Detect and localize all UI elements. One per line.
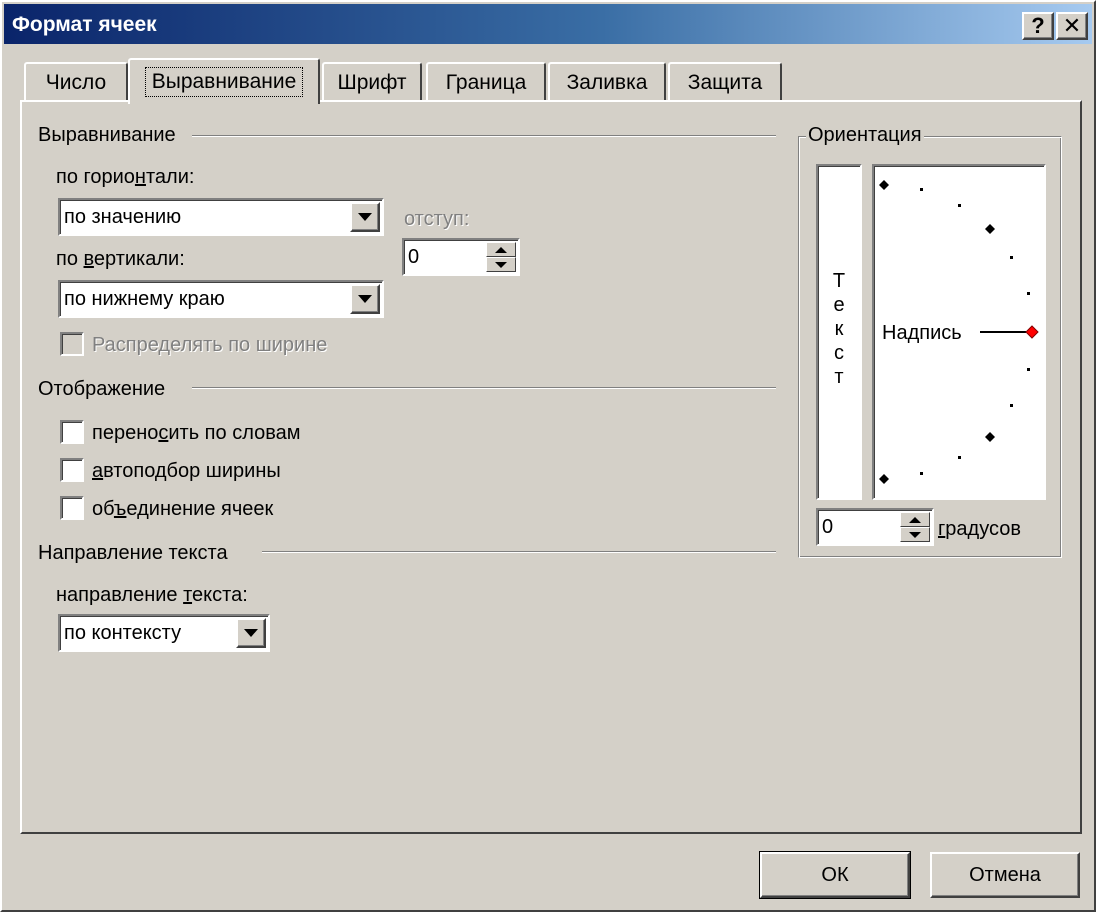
text-direction-group-title: Направление текста	[38, 542, 234, 565]
shrink-to-fit-label: автоподбор ширины	[92, 460, 281, 482]
wrap-text-checkbox[interactable]	[60, 420, 84, 444]
window-title: Формат ячеек	[12, 13, 157, 36]
spinner-buttons	[486, 242, 516, 272]
indent-up-button[interactable]	[486, 242, 516, 257]
vertical-dropdown-button[interactable]	[350, 284, 380, 314]
group-divider	[192, 135, 776, 137]
vertical-text-letter: к	[834, 318, 844, 340]
vertical-text-letter: Т	[832, 270, 846, 292]
horizontal-dropdown-button[interactable]	[350, 202, 380, 232]
tab-number[interactable]: Число	[24, 62, 128, 102]
arrow-up-icon	[495, 246, 507, 253]
horizontal-label: по горионтали:	[56, 166, 195, 188]
display-group-title: Отображение	[38, 378, 172, 401]
tab-protection[interactable]: Защита	[668, 62, 782, 102]
cancel-button-label: Отмена	[969, 863, 1041, 886]
tab-label: Защита	[687, 71, 763, 94]
horizontal-alignment-select[interactable]: по значению	[58, 198, 384, 236]
group-divider	[192, 387, 776, 389]
distribute-checkbox[interactable]	[60, 332, 84, 356]
tab-alignment[interactable]: Выравнивание	[128, 58, 320, 104]
ok-button-label: ОК	[821, 863, 849, 886]
tab-label: Число	[45, 71, 107, 94]
tab-label: Заливка	[566, 71, 648, 94]
arrow-up-icon	[909, 516, 921, 523]
tab-fill[interactable]: Заливка	[548, 62, 666, 102]
tab-label: Граница	[445, 71, 527, 94]
tab-label: Шрифт	[337, 71, 407, 94]
arrow-down-icon	[909, 531, 921, 538]
tab-font[interactable]: Шрифт	[322, 62, 422, 102]
text-direction-value: по контексту	[64, 622, 182, 644]
chevron-down-icon	[358, 213, 372, 221]
horizontal-alignment-value: по значению	[64, 206, 182, 228]
indent-down-button[interactable]	[486, 257, 516, 272]
vertical-label: по вертикали:	[56, 248, 185, 270]
degrees-down-button[interactable]	[900, 527, 930, 542]
cancel-button[interactable]: Отмена	[930, 852, 1080, 898]
vertical-alignment-value: по нижнему краю	[64, 288, 225, 310]
indent-label: отступ:	[404, 208, 470, 230]
help-icon: ?	[1031, 13, 1045, 38]
indent-value: 0	[408, 246, 420, 268]
tab-label: Выравнивание	[144, 67, 304, 97]
arrow-down-icon	[495, 261, 507, 268]
orientation-group-title: Ориентация	[806, 124, 924, 147]
merge-cells-checkbox[interactable]	[60, 496, 84, 520]
ok-button[interactable]: ОК	[759, 851, 911, 899]
group-divider	[262, 551, 776, 553]
degrees-up-button[interactable]	[900, 512, 930, 527]
chevron-down-icon	[358, 295, 372, 303]
wrap-text-label: переносить по словам	[92, 422, 301, 444]
text-direction-label: направление текста:	[56, 584, 248, 606]
degrees-value: 0	[822, 516, 834, 538]
help-button[interactable]: ?	[1022, 12, 1054, 40]
degrees-label: градусов	[938, 518, 1021, 540]
degrees-spinner[interactable]: 0	[816, 508, 934, 546]
vertical-text-box[interactable]: Т е к с т	[816, 164, 862, 500]
title-bar[interactable]: Формат ячеек ? ✕	[4, 4, 1092, 44]
vertical-text-letter: т	[834, 366, 844, 388]
spinner-buttons	[900, 512, 930, 542]
vertical-text-letter: с	[834, 342, 844, 364]
distribute-label: Распределять по ширине	[92, 334, 328, 356]
merge-cells-label: объединение ячеек	[92, 498, 274, 520]
vertical-text-letter: е	[833, 294, 845, 316]
close-icon: ✕	[1062, 13, 1082, 38]
chevron-down-icon	[244, 629, 258, 637]
alignment-group-title: Выравнивание	[38, 124, 182, 147]
orientation-dial[interactable]: Надпись	[872, 164, 1046, 500]
indent-spinner[interactable]: 0	[402, 238, 520, 276]
close-button[interactable]: ✕	[1056, 12, 1088, 40]
vertical-alignment-select[interactable]: по нижнему краю	[58, 280, 384, 318]
shrink-to-fit-checkbox[interactable]	[60, 458, 84, 482]
format-cells-dialog: Формат ячеек ? ✕ Число Выравнивание Шриф…	[0, 0, 1096, 912]
alignment-tab-panel: Выравнивание по горионтали: по значению …	[20, 100, 1082, 834]
dial-caption: Надпись	[882, 322, 962, 344]
text-direction-select[interactable]: по контексту	[58, 614, 270, 652]
tab-border[interactable]: Граница	[426, 62, 546, 102]
text-direction-dropdown-button[interactable]	[236, 618, 266, 648]
